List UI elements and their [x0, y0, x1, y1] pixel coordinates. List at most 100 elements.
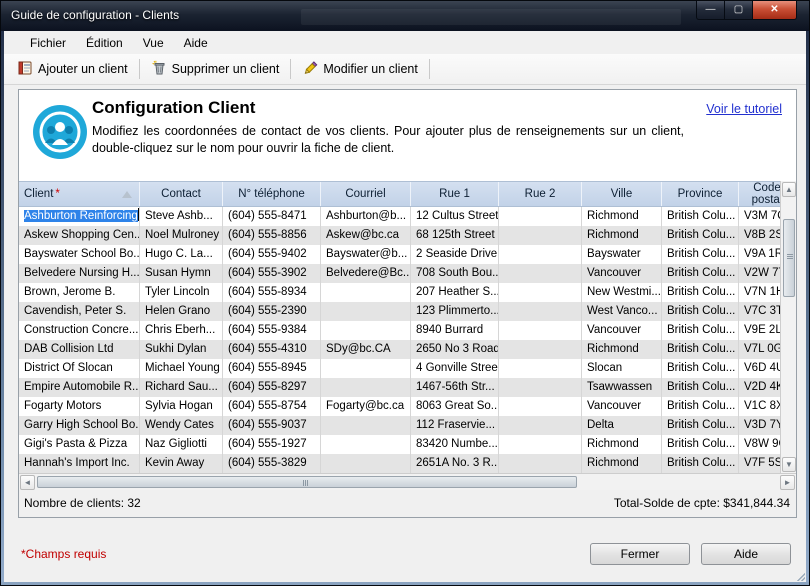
minimize-button[interactable]: — [696, 1, 725, 20]
table-cell[interactable]: Naz Gigliotti [140, 435, 223, 454]
table-cell[interactable]: (604) 555-9402 [223, 245, 321, 264]
table-cell[interactable]: DAB Collision Ltd [19, 340, 140, 359]
column-header-n-te-le-phone[interactable]: N° téléphone [223, 182, 321, 206]
table-cell[interactable]: 207 Heather S... [411, 283, 499, 302]
help-button[interactable]: Aide [701, 543, 791, 565]
table-cell[interactable]: Bayswater@b... [321, 245, 411, 264]
scroll-down-button[interactable]: ▼ [782, 457, 796, 472]
table-cell[interactable]: Richard Sau... [140, 378, 223, 397]
table-cell[interactable]: British Colu... [662, 340, 739, 359]
table-cell[interactable] [321, 416, 411, 435]
table-cell[interactable]: Chris Eberh... [140, 321, 223, 340]
table-cell[interactable]: 112 Fraservie... [411, 416, 499, 435]
table-cell[interactable] [321, 435, 411, 454]
table-cell[interactable] [321, 302, 411, 321]
column-header-ville[interactable]: Ville [582, 182, 662, 206]
table-cell[interactable]: Empire Automobile R... [19, 378, 140, 397]
table-cell[interactable]: Bayswater School Bo... [19, 245, 140, 264]
table-row[interactable]: District Of SlocanMichael Young(604) 555… [19, 359, 796, 378]
scroll-up-button[interactable]: ▲ [782, 182, 796, 197]
table-cell[interactable]: Askew Shopping Cen... [19, 226, 140, 245]
vertical-scroll-thumb[interactable] [783, 219, 795, 297]
title-bar[interactable]: Guide de configuration - Clients — ▢ ✕ [1, 1, 810, 31]
table-cell[interactable]: Hannah's Import Inc. [19, 454, 140, 473]
table-cell[interactable]: British Colu... [662, 359, 739, 378]
table-cell[interactable]: Belvedere@Bc... [321, 264, 411, 283]
table-row[interactable]: Construction Concre...Chris Eberh...(604… [19, 321, 796, 340]
table-cell[interactable]: 2651A No. 3 R... [411, 454, 499, 473]
table-cell[interactable]: (604) 555-8934 [223, 283, 321, 302]
table-cell[interactable]: (604) 555-2390 [223, 302, 321, 321]
table-cell[interactable]: (604) 555-8856 [223, 226, 321, 245]
table-cell[interactable] [499, 359, 582, 378]
column-header-rue-1[interactable]: Rue 1 [411, 182, 499, 206]
table-cell[interactable]: British Colu... [662, 283, 739, 302]
table-cell[interactable] [499, 321, 582, 340]
table-cell[interactable]: (604) 555-3829 [223, 454, 321, 473]
table-row[interactable]: Empire Automobile R...Richard Sau...(604… [19, 378, 796, 397]
table-cell[interactable] [499, 454, 582, 473]
vertical-scrollbar[interactable]: ▲ ▼ [780, 181, 796, 473]
table-cell[interactable]: (604) 555-1927 [223, 435, 321, 454]
table-cell[interactable]: Richmond [582, 435, 662, 454]
table-cell[interactable]: Steve Ashb... [140, 207, 223, 226]
table-cell[interactable]: 83420 Numbe... [411, 435, 499, 454]
menu-item-vue[interactable]: Vue [133, 33, 174, 53]
table-cell[interactable]: (604) 555-8945 [223, 359, 321, 378]
table-cell[interactable]: Construction Concre... [19, 321, 140, 340]
table-cell[interactable] [321, 321, 411, 340]
table-cell[interactable]: (604) 555-3902 [223, 264, 321, 283]
toolbar-button-delete-client-trash[interactable]: Supprimer un client [143, 56, 288, 83]
close-dialog-button[interactable]: Fermer [590, 543, 690, 565]
table-row[interactable]: Garry High School Bo...Wendy Cates(604) … [19, 416, 796, 435]
table-row[interactable]: Fogarty MotorsSylvia Hogan(604) 555-8754… [19, 397, 796, 416]
table-cell[interactable] [321, 378, 411, 397]
scroll-left-button[interactable]: ◄ [20, 475, 35, 490]
table-cell[interactable]: British Colu... [662, 321, 739, 340]
table-cell[interactable]: Slocan [582, 359, 662, 378]
table-cell[interactable]: (604) 555-8471 [223, 207, 321, 226]
table-cell[interactable]: Noel Mulroney [140, 226, 223, 245]
table-cell[interactable]: Fogarty@bc.ca [321, 397, 411, 416]
menu-item-fichier[interactable]: Fichier [20, 33, 76, 53]
table-row[interactable]: Askew Shopping Cen...Noel Mulroney(604) … [19, 226, 796, 245]
table-cell[interactable]: 68 125th Street [411, 226, 499, 245]
column-header-client[interactable]: Client* [19, 182, 140, 206]
close-button[interactable]: ✕ [752, 1, 797, 20]
table-cell[interactable] [321, 283, 411, 302]
table-cell[interactable]: Sukhi Dylan [140, 340, 223, 359]
table-cell[interactable]: Tyler Lincoln [140, 283, 223, 302]
table-row[interactable]: DAB Collision LtdSukhi Dylan(604) 555-43… [19, 340, 796, 359]
column-header-rue-2[interactable]: Rue 2 [499, 182, 582, 206]
table-cell[interactable]: District Of Slocan [19, 359, 140, 378]
horizontal-scroll-thumb[interactable] [37, 476, 577, 488]
table-cell[interactable]: 708 South Bou... [411, 264, 499, 283]
table-cell[interactable]: Askew@bc.ca [321, 226, 411, 245]
table-cell[interactable]: (604) 555-8297 [223, 378, 321, 397]
tutorial-link[interactable]: Voir le tutoriel [706, 102, 782, 116]
table-cell[interactable] [499, 283, 582, 302]
table-cell[interactable]: Michael Young [140, 359, 223, 378]
table-row[interactable]: Ashburton ReinforcingSteve Ashb...(604) … [19, 207, 796, 226]
menu-item-edition[interactable]: Édition [76, 33, 133, 53]
table-cell[interactable]: Wendy Cates [140, 416, 223, 435]
table-cell[interactable]: Helen Grano [140, 302, 223, 321]
table-cell[interactable]: 4 Gonville Street [411, 359, 499, 378]
table-cell[interactable] [321, 454, 411, 473]
table-cell[interactable]: 1467-56th Str... [411, 378, 499, 397]
table-cell[interactable]: (604) 555-9384 [223, 321, 321, 340]
table-cell[interactable]: (604) 555-4310 [223, 340, 321, 359]
table-cell[interactable]: Vancouver [582, 397, 662, 416]
table-row[interactable]: Bayswater School Bo...Hugo C. La...(604)… [19, 245, 796, 264]
table-cell[interactable]: Richmond [582, 340, 662, 359]
table-cell[interactable] [499, 245, 582, 264]
table-cell[interactable] [499, 226, 582, 245]
table-cell[interactable]: Susan Hymn [140, 264, 223, 283]
table-cell[interactable]: (604) 555-8754 [223, 397, 321, 416]
table-row[interactable]: Belvedere Nursing H...Susan Hymn(604) 55… [19, 264, 796, 283]
table-cell[interactable]: Brown, Jerome B. [19, 283, 140, 302]
table-cell[interactable]: Sylvia Hogan [140, 397, 223, 416]
table-cell[interactable] [499, 207, 582, 226]
table-cell[interactable]: Hugo C. La... [140, 245, 223, 264]
table-cell[interactable]: Richmond [582, 226, 662, 245]
